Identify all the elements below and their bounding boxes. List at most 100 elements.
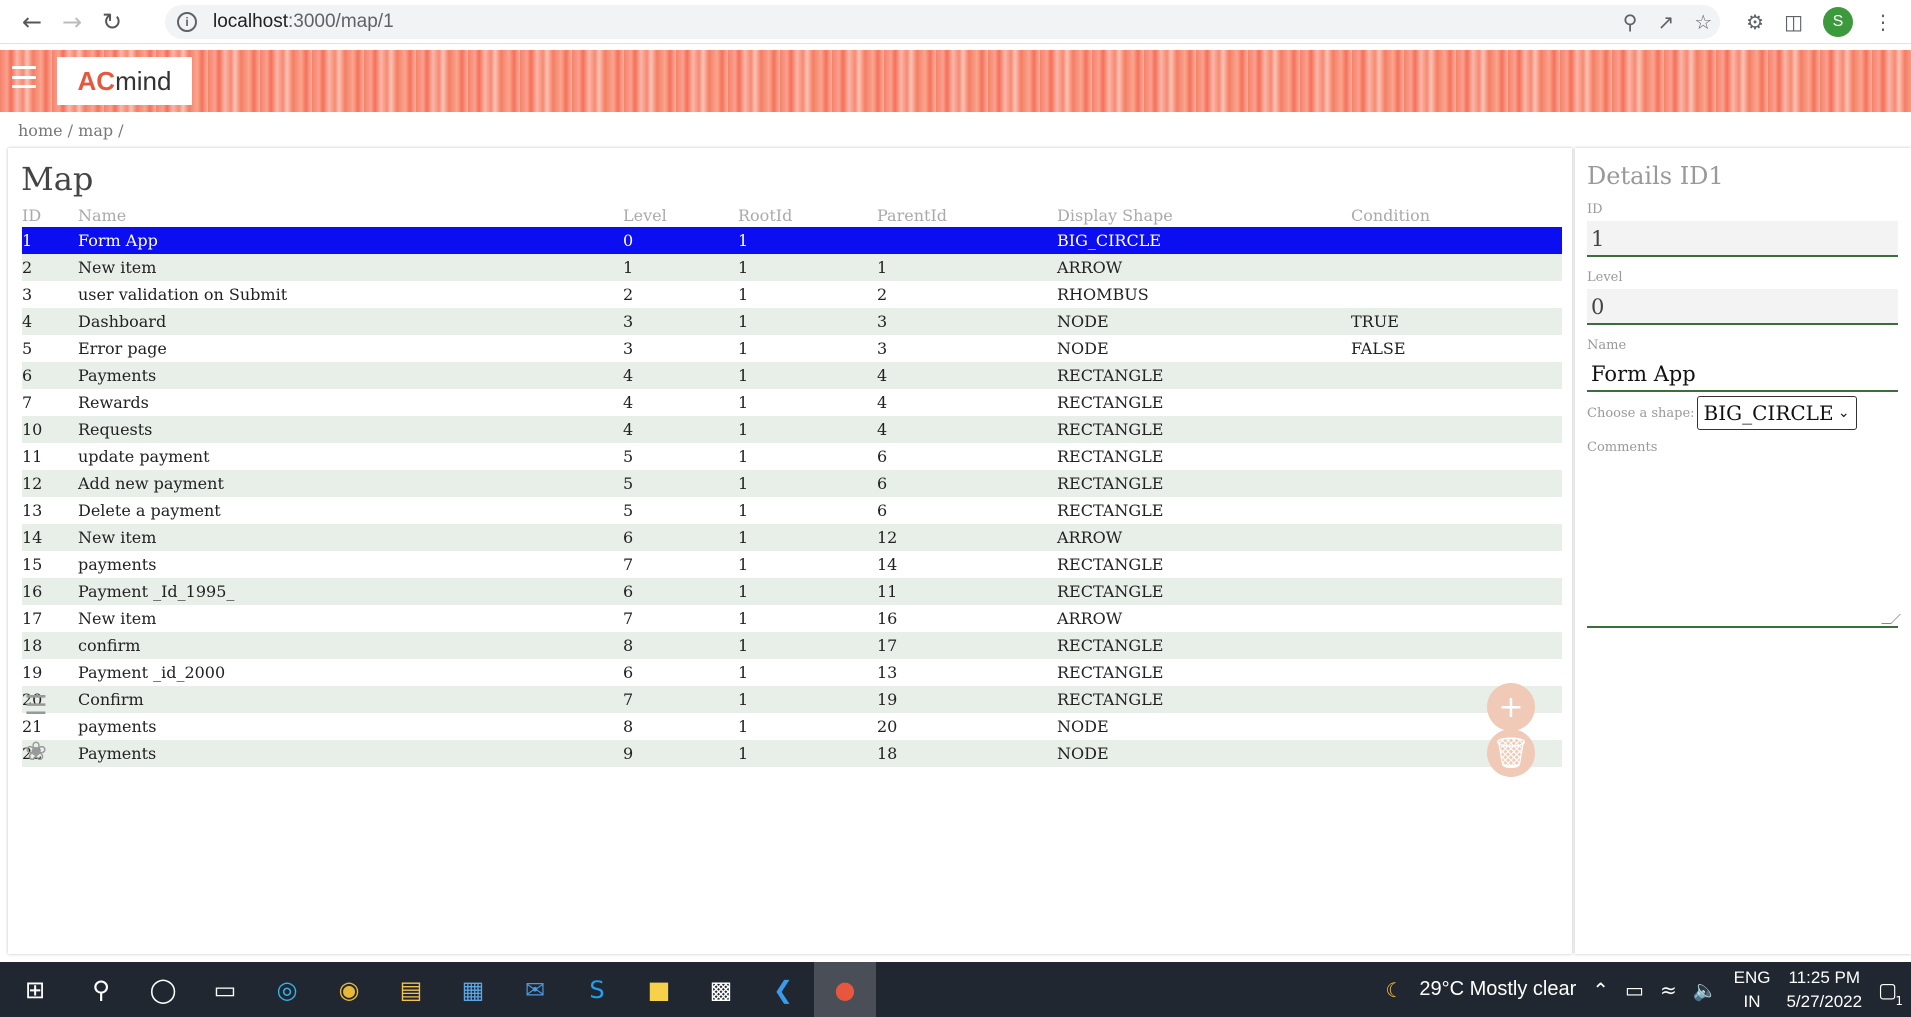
windows-taskbar: ⊞ ⚲ ◯ ▭ ◎ ◉ ▤ ▦ ✉ S ■ ▩ ❮ ● ☾ 29°C Mostl… bbox=[0, 962, 1911, 1017]
address-bar[interactable]: i localhost:3000/map/1 bbox=[165, 5, 1720, 39]
shape-select-value: BIG_CIRCLE bbox=[1703, 401, 1834, 425]
postman-icon[interactable]: ● bbox=[814, 962, 876, 1017]
table-row[interactable]: 17 New item 7 1 16 ARROW bbox=[22, 605, 1562, 632]
table-row[interactable]: 6 Payments 4 1 4 RECTANGLE bbox=[22, 362, 1562, 389]
battery-icon[interactable]: ▭ bbox=[1625, 978, 1644, 1002]
zoom-icon[interactable]: ⚲ bbox=[1623, 10, 1638, 34]
table-row[interactable]: 1 Form App 0 1 BIG_CIRCLE bbox=[22, 227, 1562, 254]
terminal-icon[interactable]: ▩ bbox=[690, 962, 752, 1017]
notification-center-icon[interactable]: ▢ 1 bbox=[1878, 978, 1903, 1008]
tray-overflow-icon[interactable]: ⌃ bbox=[1592, 978, 1609, 1002]
column-header-level[interactable]: Level bbox=[623, 203, 738, 227]
app-header: AC mind bbox=[0, 50, 1911, 112]
app-logo[interactable]: AC mind bbox=[57, 57, 192, 105]
table-row[interactable]: 10 Requests 4 1 4 RECTANGLE bbox=[22, 416, 1562, 443]
map-panel: Map ID Name Level RootId ParentId Displa… bbox=[8, 148, 1572, 954]
add-item-button[interactable]: + bbox=[1487, 683, 1535, 731]
table-row[interactable]: 11 update payment 5 1 6 RECTANGLE bbox=[22, 443, 1562, 470]
store-icon[interactable]: ▦ bbox=[442, 962, 504, 1017]
extensions-icon[interactable]: ⚙ bbox=[1746, 10, 1764, 34]
column-header-parentid[interactable]: ParentId bbox=[877, 203, 1057, 227]
share-icon[interactable]: ↗ bbox=[1657, 10, 1674, 34]
table-row[interactable]: 22 Payments 9 1 18 NODE bbox=[22, 740, 1562, 767]
language-code: ENG bbox=[1733, 967, 1771, 987]
wifi-icon[interactable]: ≈ bbox=[1660, 978, 1677, 1002]
comments-textarea[interactable] bbox=[1587, 460, 1901, 628]
forward-icon[interactable]: → bbox=[52, 2, 92, 42]
table-row[interactable]: 14 New item 6 1 12 ARROW bbox=[22, 524, 1562, 551]
page-title: Map bbox=[21, 160, 94, 198]
sticky-notes-icon[interactable]: ■ bbox=[628, 962, 690, 1017]
cell-name: user validation on Submit bbox=[78, 285, 288, 304]
level-label: Level bbox=[1587, 270, 1623, 285]
cell-condition bbox=[1351, 281, 1562, 308]
id-field[interactable]: 1 bbox=[1587, 221, 1898, 257]
cortana-icon[interactable]: ◯ bbox=[132, 962, 194, 1017]
table-row[interactable]: 19 Payment _id_2000 6 1 13 RECTANGLE bbox=[22, 659, 1562, 686]
cell-id: 10 bbox=[22, 416, 78, 443]
bookmark-star-icon[interactable]: ☆ bbox=[1694, 10, 1712, 34]
weather-text[interactable]: 29°C Mostly clear bbox=[1419, 978, 1576, 1001]
cell-display-shape: RECTANGLE bbox=[1057, 470, 1351, 497]
search-icon[interactable]: ⚲ bbox=[70, 962, 132, 1017]
column-header-rootid[interactable]: RootId bbox=[738, 203, 877, 227]
table-row[interactable]: 12 Add new payment 5 1 6 RECTANGLE bbox=[22, 470, 1562, 497]
resize-handle-icon[interactable] bbox=[1881, 614, 1901, 624]
cell-name: Dashboard bbox=[78, 308, 623, 335]
cell-level: 8 bbox=[623, 632, 738, 659]
cell-parentid: 16 bbox=[877, 609, 898, 628]
cell-name: payments bbox=[78, 555, 157, 574]
table-row[interactable]: 4 Dashboard 3 1 3 NODE TRUE bbox=[22, 308, 1562, 335]
system-tray: ☾ 29°C Mostly clear ⌃ ▭ ≈ 🔈 ENG IN 11:25… bbox=[1385, 962, 1911, 1017]
cell-name: Delete a payment bbox=[78, 501, 221, 520]
table-row[interactable]: 20 Confirm 7 1 19 RECTANGLE bbox=[22, 686, 1562, 713]
cell-level: 7 bbox=[623, 555, 634, 574]
table-row[interactable]: 21 payments 8 1 20 NODE bbox=[22, 713, 1562, 740]
table-row[interactable]: 3 user validation on Submit 2 1 2 RHOMBUS bbox=[22, 281, 1562, 308]
volume-icon[interactable]: 🔈 bbox=[1693, 978, 1718, 1002]
table-row[interactable]: 5 Error page 3 1 3 NODE FALSE bbox=[22, 335, 1562, 362]
file-explorer-icon[interactable]: ▤ bbox=[380, 962, 442, 1017]
list-view-icon[interactable]: ☰ bbox=[22, 691, 50, 721]
cell-level: 0 bbox=[623, 227, 738, 254]
table-row[interactable]: 2 New item 1 1 1 ARROW bbox=[22, 254, 1562, 281]
profile-avatar[interactable]: S bbox=[1823, 7, 1853, 37]
table-body: 1 Form App 0 1 BIG_CIRCLE 2 New item 1 1 1 ARROW 3 u… bbox=[22, 227, 1562, 767]
table-row[interactable]: 7 Rewards 4 1 4 RECTANGLE bbox=[22, 389, 1562, 416]
task-view-icon[interactable]: ▭ bbox=[194, 962, 256, 1017]
column-header-name[interactable]: Name bbox=[78, 203, 623, 227]
mail-icon[interactable]: ✉ bbox=[504, 962, 566, 1017]
column-header-display-shape[interactable]: Display Shape bbox=[1057, 203, 1351, 227]
name-field[interactable]: Form App bbox=[1587, 356, 1898, 392]
cell-level: 6 bbox=[623, 524, 738, 551]
reload-icon[interactable]: ↻ bbox=[92, 2, 132, 42]
back-icon[interactable]: ← bbox=[12, 2, 52, 42]
clock[interactable]: 11:25 PM 5/27/2022 bbox=[1786, 966, 1862, 1014]
column-header-id[interactable]: ID bbox=[22, 203, 78, 227]
level-field[interactable]: 0 bbox=[1587, 289, 1898, 325]
column-header-condition[interactable]: Condition bbox=[1351, 203, 1562, 227]
windows-start-icon[interactable]: ⊞ bbox=[0, 962, 70, 1017]
input-language[interactable]: ENG IN bbox=[1734, 966, 1771, 1014]
graph-view-icon[interactable]: ❀ bbox=[22, 737, 50, 767]
chrome-browser-icon[interactable]: ◉ bbox=[318, 962, 380, 1017]
table-row[interactable]: 15 payments 7 1 14 RECTANGLE bbox=[22, 551, 1562, 578]
table-row[interactable]: 13 Delete a payment 5 1 6 RECTANGLE bbox=[22, 497, 1562, 524]
vscode-icon[interactable]: ❮ bbox=[752, 962, 814, 1017]
hamburger-menu-icon[interactable] bbox=[12, 66, 36, 88]
table-row[interactable]: 18 confirm 8 1 17 RECTANGLE bbox=[22, 632, 1562, 659]
cell-display-shape: RECTANGLE bbox=[1057, 501, 1164, 520]
cell-level: 4 bbox=[623, 362, 738, 389]
cell-display-shape: RECTANGLE bbox=[1057, 362, 1351, 389]
side-panel-icon[interactable]: ◫ bbox=[1784, 10, 1803, 34]
shape-select[interactable]: BIG_CIRCLE ⌄ bbox=[1696, 396, 1857, 430]
breadcrumb[interactable]: home / map / bbox=[18, 121, 124, 140]
shape-select-row: Choose a shape: BIG_CIRCLE ⌄ bbox=[1587, 396, 1857, 430]
edge-browser-icon[interactable]: ◎ bbox=[256, 962, 318, 1017]
table-row[interactable]: 16 Payment _Id_1995_ 6 1 11 RECTANGLE bbox=[22, 578, 1562, 605]
site-info-icon[interactable]: i bbox=[177, 12, 197, 32]
more-menu-icon[interactable]: ⋮ bbox=[1873, 10, 1893, 34]
delete-item-button[interactable]: 🗑 bbox=[1487, 729, 1535, 777]
skype-icon[interactable]: S bbox=[566, 962, 628, 1017]
cell-level: 5 bbox=[623, 470, 738, 497]
